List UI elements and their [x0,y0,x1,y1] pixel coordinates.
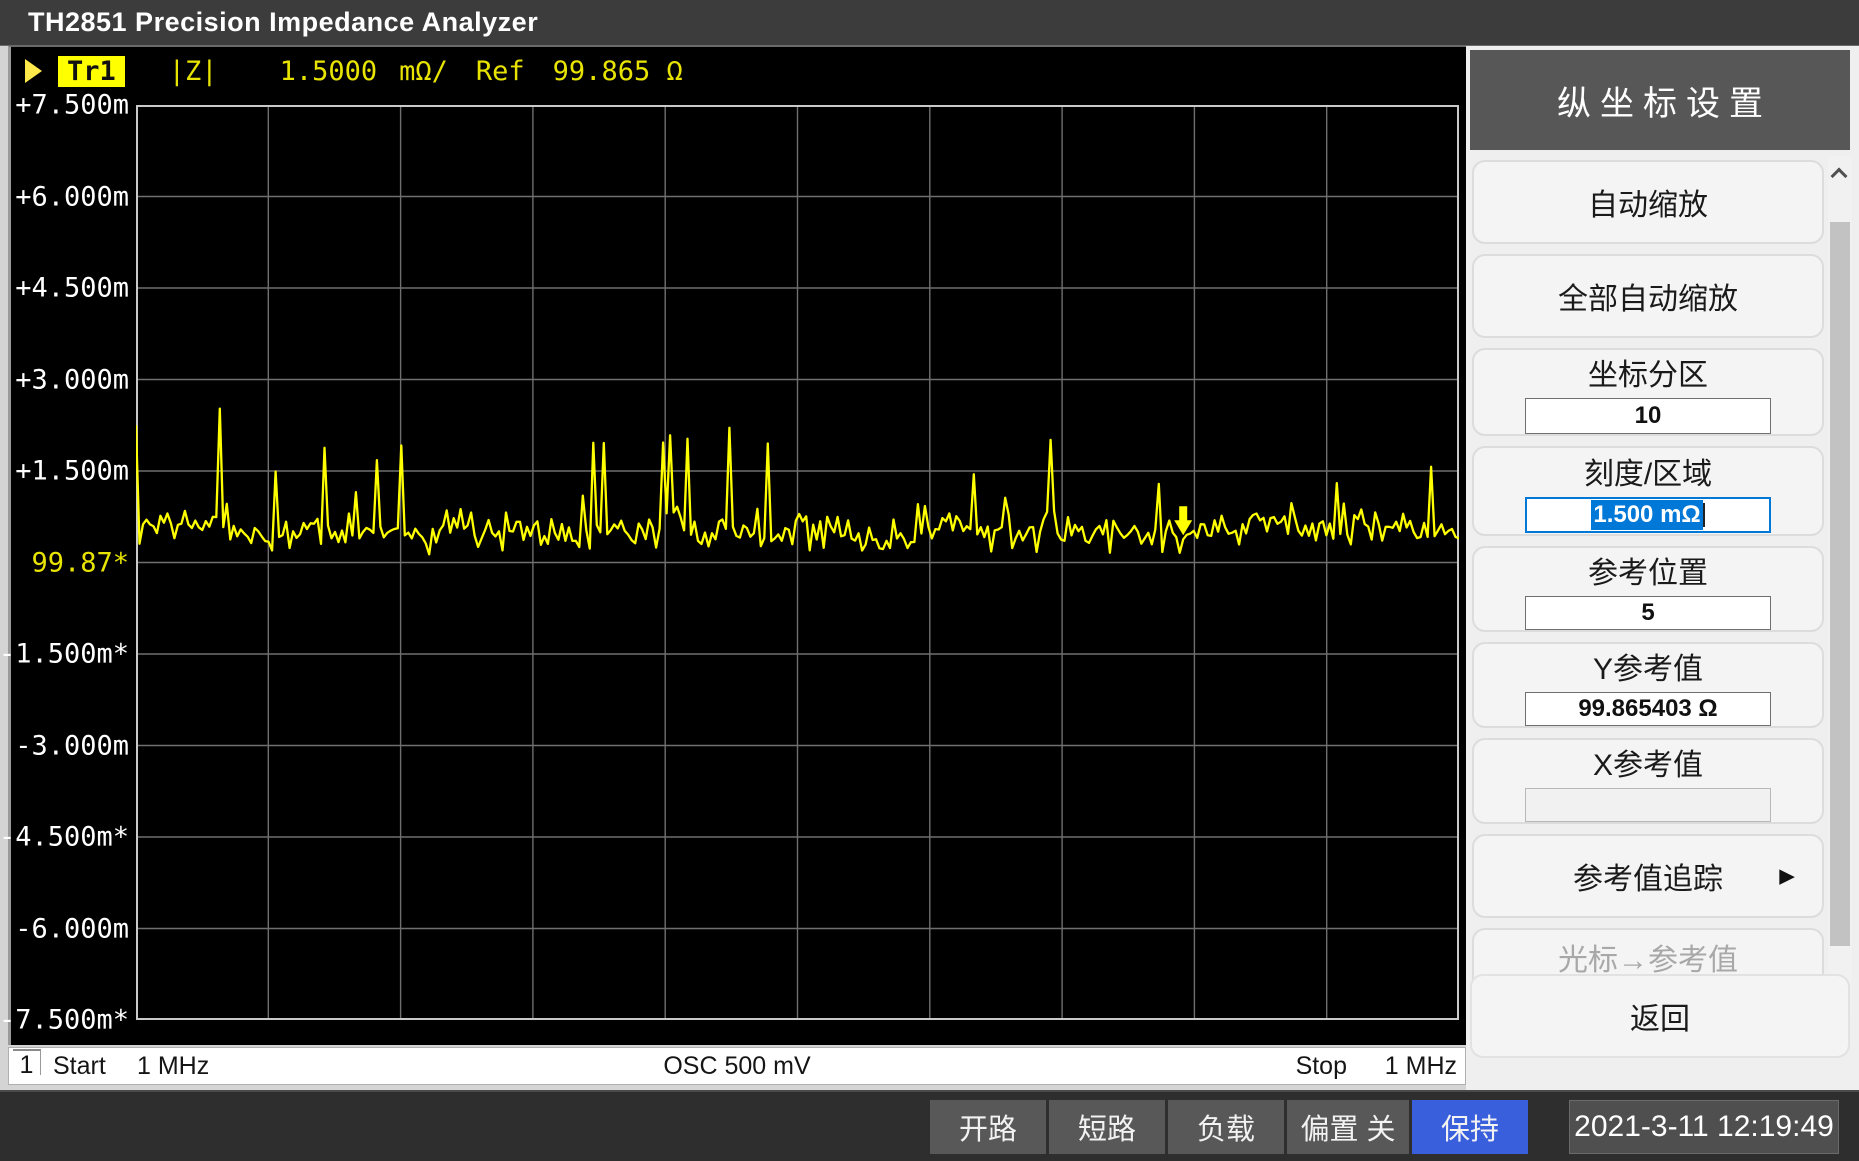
auto-scale-button[interactable]: 自动缩放 [1472,160,1824,244]
stop-label: Stop [1296,1052,1347,1081]
y-axis-label: -6.000m [15,913,129,944]
y-reference-value-input[interactable]: 99.865403 Ω [1525,692,1771,726]
open-correction-button[interactable]: 开路 [930,1100,1046,1154]
auto-scale-all-button[interactable]: 全部自动缩放 [1472,254,1824,338]
stop-frequency: 1 MHz [1385,1052,1457,1081]
app-title: TH2851 Precision Impedance Analyzer [28,7,538,38]
bottom-toolbar: 开路 短路 负载 偏置 关 保持 2021-3-11 12:19:49 [0,1090,1859,1161]
y-axis-label: +6.000m [15,181,129,212]
y-axis-label: -7.500m* [0,1005,129,1036]
reference-position-button[interactable]: 参考位置 5 [1472,546,1824,632]
x-reference-value-input[interactable] [1525,788,1771,822]
submenu-arrow-icon: ► [1774,861,1800,892]
back-button[interactable]: 返回 [1470,974,1850,1058]
load-correction-button[interactable]: 负载 [1168,1100,1284,1154]
trace-ref-value: 99.865 Ω [553,56,683,87]
trace-scale-value: 1.5000 [280,56,378,87]
x-reference-value-button[interactable]: X参考值 [1472,738,1824,824]
sweep-info-strip: 1 Start 1 MHz OSC 500 mV Stop 1 MHz [8,1047,1466,1085]
y-axis-labels: +7.500m +6.000m +4.500m +3.000m +1.500m 99.87… [11,47,131,1046]
impedance-trace-chart [136,105,1459,1020]
divisions-input[interactable]: 10 [1525,398,1771,434]
y-axis-label: -4.500m* [0,822,129,853]
scale-per-division-button[interactable]: 刻度/区域 1.500 mΩ [1472,446,1824,536]
bias-off-button[interactable]: 偏置 关 [1287,1100,1409,1154]
trace-ref-label: Ref [476,56,525,87]
reference-tracking-button[interactable]: 参考值追踪 ► [1472,834,1824,918]
panel-title: 纵坐标设置 [1470,50,1850,150]
datetime-display: 2021-3-11 12:19:49 [1569,1100,1839,1154]
text-caret [1703,503,1705,527]
analyzer-screen: TH2851 Precision Impedance Analyzer Tr1 … [0,0,1859,1161]
trace-parameter: |Z| [169,56,218,87]
trace-marker-icon [1174,506,1192,535]
y-axis-label: +4.500m [15,273,129,304]
trace-scale-unit: mΩ/ [399,56,448,87]
osc-level: OSC 500 mV [9,1052,1465,1081]
reference-position-input[interactable]: 5 [1525,596,1771,630]
title-bar: TH2851 Precision Impedance Analyzer [0,0,1859,46]
short-correction-button[interactable]: 短路 [1049,1100,1165,1154]
plot-panel: Tr1 |Z| 1.5000 mΩ/ Ref 99.865 Ω +7.500m+… [8,46,1466,1045]
scale-per-division-input[interactable]: 1.500 mΩ [1525,497,1771,533]
y-reference-value-button[interactable]: Y参考值 99.865403 Ω [1472,642,1824,728]
scroll-up-icon[interactable] [1831,168,1848,185]
y-axis-label: -3.000m [15,730,129,761]
hold-button[interactable]: 保持 [1412,1100,1528,1154]
divisions-button[interactable]: 坐标分区 10 [1472,348,1824,436]
y-axis-label: +3.000m [15,364,129,395]
y-axis-label: +7.500m [15,90,129,121]
scrollbar-thumb[interactable] [1830,222,1850,946]
y-axis-label: -1.500m* [0,639,129,670]
panel-scrollbar[interactable] [1828,156,1852,1012]
y-axis-settings-panel: 纵坐标设置 自动缩放 全部自动缩放 坐标分区 10 刻度/区域 1.500 mΩ… [1466,46,1859,1090]
y-axis-reference-label: 99.87* [31,547,129,578]
y-axis-label: +1.500m [15,456,129,487]
